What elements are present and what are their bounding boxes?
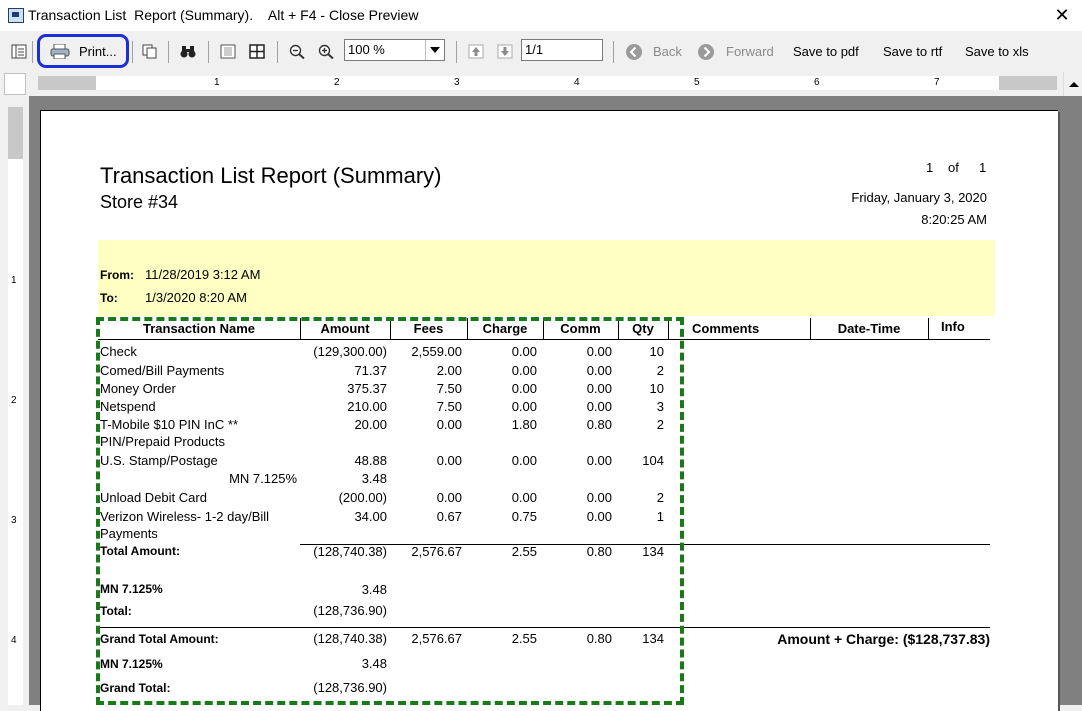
col-header-comments: Comments [692, 321, 760, 336]
ruler-number: 1 [11, 275, 17, 286]
ruler-number: 4 [11, 635, 17, 646]
toolbar: Print... 100 % 1/1 Back Forward Save to … [0, 31, 1082, 72]
ruler-number: 2 [11, 395, 17, 406]
page-indicator-num: 1 [926, 160, 934, 175]
page-number-field[interactable]: 1/1 [521, 39, 603, 61]
horizontal-ruler: 1 2 3 4 5 6 7 [38, 76, 1057, 90]
ruler-number: 4 [574, 77, 580, 88]
forward-arrow-icon[interactable] [697, 43, 715, 61]
save-to-xls-button[interactable]: Save to xls [965, 31, 1029, 72]
save-to-rtf-button[interactable]: Save to rtf [883, 31, 942, 72]
ruler-number: 7 [934, 77, 940, 88]
amount-plus-charge: Amount + Charge: ($128,737.83) [777, 631, 990, 647]
app-icon [8, 8, 24, 23]
page-indicator-of: of [948, 160, 959, 175]
col-header-info: Info [941, 319, 965, 334]
print-button[interactable]: Print... [79, 31, 117, 72]
ruler-number: 3 [11, 515, 17, 526]
report-time: 8:20:25 AM [921, 212, 987, 227]
ruler-number: 2 [334, 77, 340, 88]
next-page-icon[interactable] [497, 44, 513, 59]
copy-icon[interactable] [142, 44, 158, 59]
forward-button[interactable]: Forward [726, 31, 774, 72]
zoom-in-icon[interactable] [318, 44, 334, 59]
save-to-pdf-button[interactable]: Save to pdf [793, 31, 859, 72]
page-indicator-total: 1 [979, 160, 987, 175]
back-arrow-icon[interactable] [625, 43, 643, 61]
multi-page-icon[interactable] [249, 44, 265, 59]
find-binoculars-icon[interactable] [180, 44, 196, 59]
ruler-number: 6 [814, 77, 820, 88]
from-value: 11/28/2019 3:12 AM [145, 267, 261, 282]
col-header-date-time: Date-Time [837, 321, 901, 336]
ruler-number: 5 [694, 77, 700, 88]
zoom-out-icon[interactable] [289, 44, 305, 59]
title-bar: Transaction List Report (Summary). Alt +… [0, 0, 1082, 31]
page-number-value: 1/1 [525, 42, 544, 57]
from-label: From: [100, 268, 134, 282]
report-date: Friday, January 3, 2020 [851, 190, 987, 205]
back-button[interactable]: Back [653, 31, 682, 72]
toggle-sidebar-icon[interactable] [11, 44, 27, 59]
store-name: Store #34 [100, 192, 179, 212]
zoom-select[interactable]: 100 % [344, 39, 445, 61]
to-value: 1/3/2020 8:20 AM [145, 290, 247, 305]
horizontal-ruler-row: 1 2 3 4 5 6 7 [0, 72, 1082, 96]
single-page-icon[interactable] [220, 44, 236, 59]
close-icon[interactable]: ✕ [1052, 4, 1072, 26]
ruler-number: 1 [214, 77, 220, 88]
report-title: Transaction List Report (Summary) [100, 163, 442, 188]
ruler-number: 3 [454, 77, 460, 88]
prev-page-icon[interactable] [468, 44, 484, 59]
window-title: Transaction List Report (Summary). Alt +… [28, 7, 419, 23]
ruler-corner [4, 73, 26, 95]
printer-icon[interactable] [50, 44, 70, 59]
highlight-dashed-box [96, 317, 684, 705]
vertical-ruler: 1 2 3 4 [8, 107, 23, 705]
scroll-up-arrow[interactable] [1063, 72, 1082, 96]
to-label: To: [100, 291, 118, 305]
zoom-value: 100 % [348, 42, 385, 57]
chevron-down-icon[interactable] [425, 40, 444, 60]
